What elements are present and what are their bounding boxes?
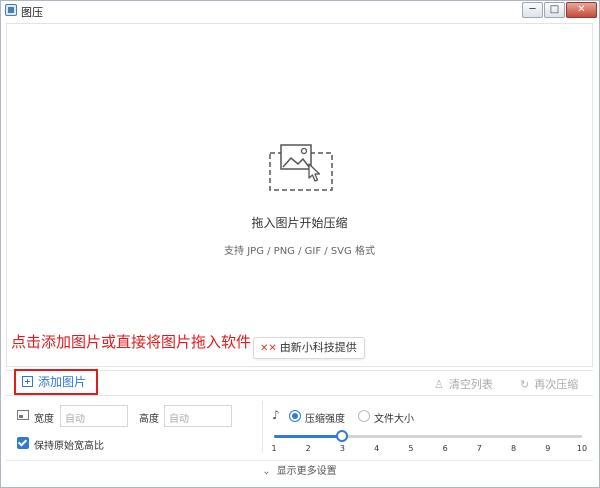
strength-tick-label: 3	[339, 444, 345, 453]
strength-tick-label: 9	[545, 444, 551, 453]
refresh-icon: ↻	[520, 378, 530, 391]
height-input[interactable]: 自动	[164, 405, 232, 427]
strength-tick-label: 2	[305, 444, 311, 453]
strength-ticks: 1 2 3 4 5 6 7 8 9 10	[268, 444, 588, 456]
supported-formats-hint: 支持 JPG / PNG / GIF / SVG 格式	[224, 246, 375, 257]
height-label: 高度	[139, 414, 159, 425]
strength-tick-label: 7	[476, 444, 482, 453]
title-bar: 图压 ─ □ ✕	[1, 1, 599, 20]
close-button[interactable]: ✕	[566, 2, 597, 18]
strength-tick-label: 8	[511, 444, 517, 453]
provider-logo-icon: ✕✕	[260, 343, 277, 354]
provider-badge[interactable]: ✕✕ 由新小科技提供	[253, 337, 365, 359]
width-input[interactable]: 自动	[60, 405, 128, 427]
strength-slider-fill	[274, 435, 343, 438]
image-drop-zone[interactable]: 拖入图片开始压缩 支持 JPG / PNG / GIF / SVG 格式	[6, 23, 593, 367]
image-drop-icon	[269, 144, 333, 191]
recompress-button[interactable]: ↻ 再次压缩	[520, 376, 578, 392]
compress-icon: ♪	[272, 408, 280, 422]
compression-settings: 宽度 自动 高度 自动 保持原始宽高比 ♪ 压缩强度 文件大小 1 2 3 4 5 6 7 8…	[6, 397, 593, 459]
strength-tick-label: 4	[374, 444, 380, 453]
add-image-label: 添加图片	[38, 375, 87, 389]
strength-mode-radio[interactable]	[289, 410, 301, 422]
strength-tick-label: 10	[576, 444, 588, 453]
show-more-settings-button[interactable]: ⌄ 显示更多设置	[6, 460, 593, 482]
strength-slider[interactable]	[274, 430, 582, 442]
resize-icon	[17, 410, 29, 420]
window-title: 图压	[21, 6, 43, 19]
provider-label: 由新小科技提供	[279, 341, 357, 354]
clear-list-button[interactable]: ♙ 清空列表	[434, 376, 493, 392]
strength-tick-label: 6	[442, 444, 448, 453]
keep-ratio-label: 保持原始宽高比	[34, 441, 104, 452]
toolbar: 添加图片 ♙ 清空列表 ↻ 再次压缩	[6, 369, 593, 396]
app-window: 图压 ─ □ ✕ 拖入图片开始压缩 支持 JPG / PNG / GIF / S…	[0, 0, 600, 488]
strength-tick-label: 5	[408, 444, 414, 453]
keep-ratio-checkbox[interactable]	[17, 437, 29, 449]
app-icon	[5, 4, 17, 16]
maximize-button[interactable]: □	[544, 2, 565, 18]
strength-tick-label: 1	[271, 444, 277, 453]
plus-icon	[22, 376, 33, 387]
recompress-label: 再次压缩	[534, 378, 579, 391]
strength-mode-label: 压缩强度	[305, 414, 345, 425]
clear-list-label: 清空列表	[448, 378, 493, 391]
broom-icon: ♙	[434, 378, 444, 391]
width-label: 宽度	[34, 414, 54, 425]
file-size-mode-label: 文件大小	[374, 414, 414, 425]
show-more-label: 显示更多设置	[276, 466, 337, 477]
settings-divider	[262, 401, 263, 453]
instruction-annotation: 点击添加图片或直接将图片拖入软件	[11, 333, 252, 351]
minimize-button[interactable]: ─	[522, 2, 543, 18]
drop-title: 拖入图片开始压缩	[251, 216, 348, 230]
strength-slider-thumb[interactable]	[336, 430, 349, 442]
file-size-mode-radio[interactable]	[358, 410, 370, 422]
add-image-button[interactable]: 添加图片	[14, 369, 98, 395]
chevron-down-icon: ⌄	[262, 466, 271, 477]
